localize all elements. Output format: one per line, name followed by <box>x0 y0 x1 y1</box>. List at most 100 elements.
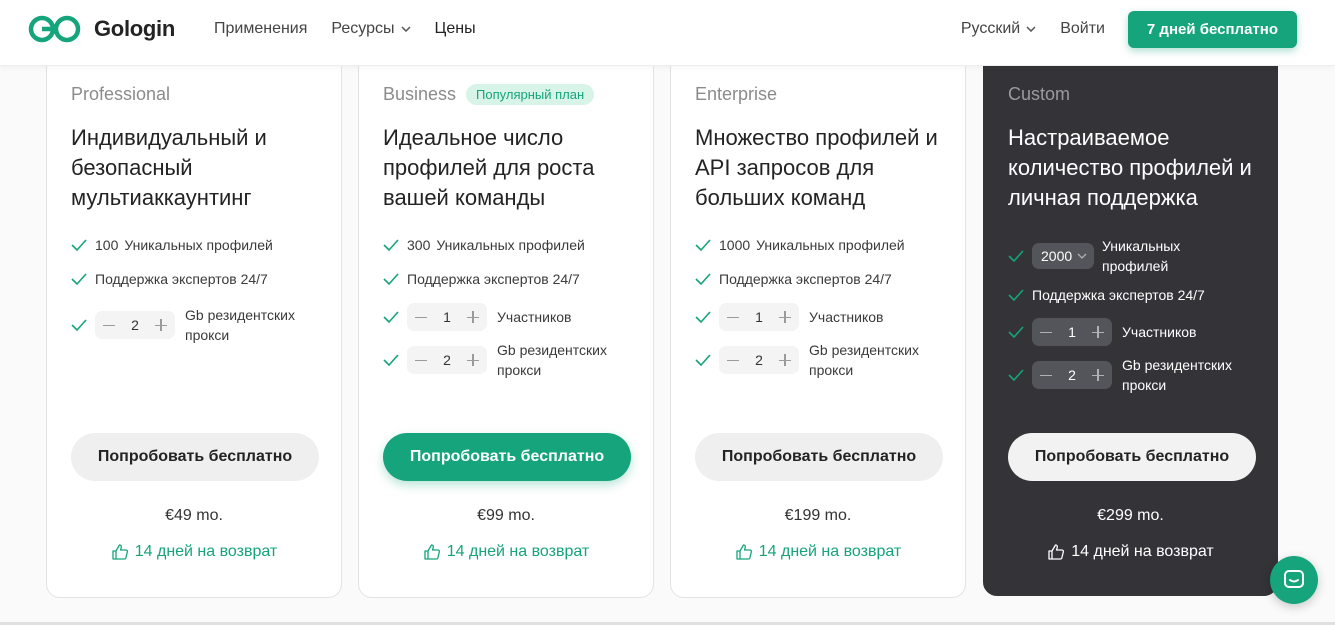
thumbs-up-icon <box>736 544 752 560</box>
plus-icon[interactable] <box>778 310 792 324</box>
feature-profiles: 300 Уникальных профилей <box>383 237 585 253</box>
members-stepper: 1 <box>719 303 799 331</box>
language-selector[interactable]: Русский <box>961 20 1036 38</box>
try-free-button[interactable]: Попробовать бесплатно <box>71 433 319 481</box>
refund-note: 14 дней на возврат <box>671 543 965 561</box>
feature-proxy: 2 Gb резидентских прокси <box>71 305 315 345</box>
price: €49 mo. <box>165 507 223 524</box>
chat-widget-button[interactable] <box>1270 556 1318 604</box>
refund-text: 14 дней на возврат <box>758 543 902 560</box>
thumbs-up-icon <box>112 544 128 560</box>
chat-icon <box>1284 570 1304 588</box>
minus-icon[interactable] <box>414 310 428 324</box>
check-icon <box>383 354 399 366</box>
refund-note: 14 дней на возврат <box>47 543 341 561</box>
thumbs-up-icon <box>1048 544 1065 560</box>
plus-icon[interactable] <box>1091 325 1105 339</box>
minus-icon[interactable] <box>1039 368 1053 382</box>
members-stepper: 1 <box>1032 318 1112 346</box>
feature-members: 1 Участников <box>1008 318 1196 346</box>
plus-icon[interactable] <box>154 318 168 332</box>
check-icon <box>71 239 87 251</box>
right-nav: Русский Войти <box>961 20 1105 38</box>
feature-support: Поддержка экспертов 24/7 <box>383 271 580 287</box>
feature-proxy: 2 Gb резидентских прокси <box>695 340 939 380</box>
members-value: 1 <box>1068 324 1076 340</box>
proxy-stepper: 2 <box>95 311 175 339</box>
main-nav: Применения Ресурсы Цены <box>214 20 476 38</box>
support-label: Поддержка экспертов 24/7 <box>719 271 892 287</box>
logo-text: Gologin <box>94 16 175 41</box>
plan-title: Настраиваемое количество профилей и личн… <box>1008 125 1252 210</box>
plan-card-custom: Custom Настраиваемое количество профилей… <box>983 50 1278 596</box>
thumbs-up-icon <box>424 544 440 560</box>
feature-members: 1 Участников <box>695 303 883 331</box>
plus-icon[interactable] <box>466 353 480 367</box>
members-label: Участников <box>497 309 572 325</box>
pricing-page: Gologin Применения Ресурсы Цены Русский … <box>0 0 1335 625</box>
plan-name-text: Custom <box>1008 84 1071 104</box>
minus-icon[interactable] <box>726 353 740 367</box>
feature-support: Поддержка экспертов 24/7 <box>71 271 268 287</box>
plan-card-professional: Professional Индивидуальный и безопасный… <box>46 50 342 598</box>
members-value: 1 <box>755 309 763 325</box>
plan-name: Business Популярный план <box>383 84 595 105</box>
plan-title: Идеальное число профилей для роста вашей… <box>383 125 595 210</box>
profiles-count: 1000 <box>719 237 751 253</box>
check-icon <box>71 319 87 331</box>
check-icon <box>383 273 399 285</box>
minus-icon[interactable] <box>102 318 116 332</box>
check-icon <box>1008 250 1024 262</box>
nav-resources[interactable]: Ресурсы <box>331 20 411 38</box>
feature-profiles: 1000 Уникальных профилей <box>695 237 905 253</box>
plan-name: Enterprise <box>695 84 777 105</box>
plus-icon[interactable] <box>1091 368 1105 382</box>
try-free-button[interactable]: Попробовать бесплатно <box>383 433 631 481</box>
price: €99 mo. <box>477 507 535 524</box>
profiles-label: Уникальных профилей <box>756 237 905 253</box>
members-label: Участников <box>809 309 884 325</box>
plan-card-business: Business Популярный план Идеальное число… <box>358 50 654 598</box>
proxy-value: 2 <box>443 352 451 368</box>
check-icon <box>695 311 711 323</box>
nav-resources-label: Ресурсы <box>331 20 395 37</box>
chevron-down-icon <box>400 26 411 32</box>
members-stepper: 1 <box>407 303 487 331</box>
nav-pricing[interactable]: Цены <box>435 20 476 38</box>
proxy-stepper: 2 <box>1032 361 1112 389</box>
plus-icon[interactable] <box>466 310 480 324</box>
plan-name: Professional <box>71 84 170 105</box>
profiles-select[interactable]: 2000 <box>1032 243 1094 269</box>
chevron-down-icon <box>1026 26 1036 32</box>
proxy-label: Gb резидентских прокси <box>809 342 919 378</box>
plan-card-enterprise: Enterprise Множество профилей и API запр… <box>670 50 966 598</box>
minus-icon[interactable] <box>414 353 428 367</box>
feature-proxy: 2 Gb резидентских прокси <box>383 340 627 380</box>
support-label: Поддержка экспертов 24/7 <box>407 271 580 287</box>
profiles-count: 100 <box>95 237 119 253</box>
login-link[interactable]: Войти <box>1060 20 1105 38</box>
plus-icon[interactable] <box>778 353 792 367</box>
proxy-label: Gb резидентских прокси <box>1122 357 1232 393</box>
support-label: Поддержка экспертов 24/7 <box>95 271 268 287</box>
profiles-select-value: 2000 <box>1041 248 1073 264</box>
price: €199 mo. <box>784 507 852 524</box>
try-free-button[interactable]: Попробовать бесплатно <box>695 433 943 481</box>
try-free-button[interactable]: Попробовать бесплатно <box>1008 433 1256 481</box>
proxy-stepper: 2 <box>719 346 799 374</box>
minus-icon[interactable] <box>1039 325 1053 339</box>
plan-name: Custom <box>1008 84 1070 105</box>
check-icon <box>383 239 399 251</box>
refund-note: 14 дней на возврат <box>984 543 1277 561</box>
refund-text: 14 дней на возврат <box>1071 543 1214 560</box>
nav-applications[interactable]: Применения <box>214 20 307 38</box>
feature-support: Поддержка экспертов 24/7 <box>695 271 892 287</box>
minus-icon[interactable] <box>726 310 740 324</box>
refund-text: 14 дней на возврат <box>134 543 278 560</box>
proxy-stepper: 2 <box>407 346 487 374</box>
free-trial-button[interactable]: 7 дней бесплатно <box>1127 11 1297 48</box>
logo[interactable]: Gologin <box>28 14 175 44</box>
popular-badge: Популярный план <box>466 84 595 105</box>
members-value: 1 <box>443 309 451 325</box>
plan-name-text: Enterprise <box>695 84 778 104</box>
